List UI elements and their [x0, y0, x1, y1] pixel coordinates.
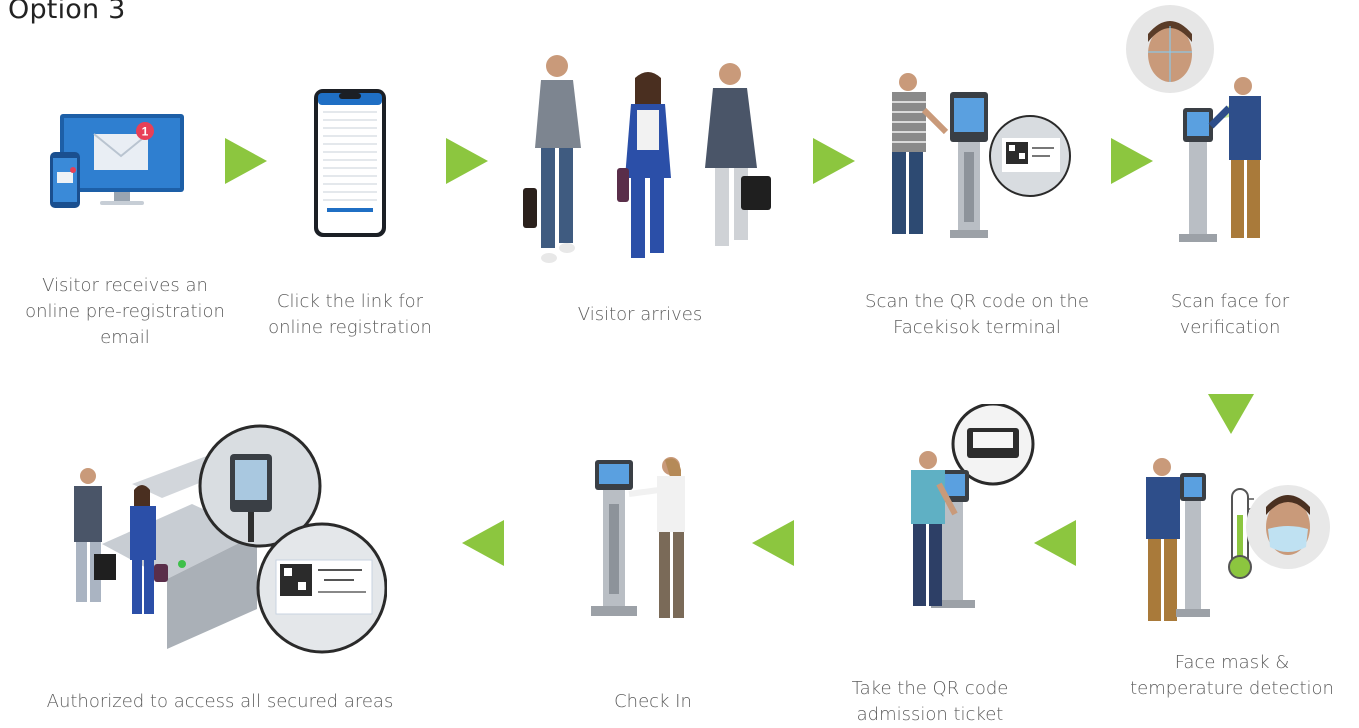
step-caption: Visitor arrives: [577, 304, 703, 325]
arrow-left-icon: [752, 520, 794, 566]
arrow-left-icon: [1034, 520, 1076, 566]
phone-form-icon: [314, 89, 386, 237]
email-notification-icon: 1: [50, 114, 184, 208]
step-caption: Take the QR code admission ticket: [851, 678, 1009, 725]
arrow-right-icon: [813, 138, 855, 184]
step-caption: Authorized to access all secured areas: [46, 691, 394, 712]
step-caption: Check In: [614, 691, 692, 712]
face-scan-kiosk-image: [1126, 5, 1261, 242]
turnstile-access-image: [74, 424, 387, 654]
ticket-print-kiosk-image: [911, 404, 1035, 608]
check-in-kiosk-image: [591, 457, 685, 618]
mask-temperature-image: [1146, 458, 1330, 621]
arrow-right-icon: [225, 138, 267, 184]
svg-text:1: 1: [142, 125, 149, 139]
page-title: Option 3: [8, 0, 126, 25]
step-caption: Visitor receives an online pre-registrati…: [25, 275, 225, 348]
step-caption: Click the link for online registration: [268, 291, 432, 338]
arrow-right-icon: [446, 138, 488, 184]
step-caption: Scan the QR code on the Facekisok termina…: [865, 291, 1089, 338]
visitors-walking-image: [523, 55, 771, 263]
step-caption: Face mask & temperature detection: [1130, 652, 1334, 699]
arrow-left-icon: [462, 520, 504, 566]
arrow-down-icon: [1208, 394, 1254, 434]
step-caption: Scan face for verification: [1170, 291, 1290, 338]
qr-scan-kiosk-image: [892, 73, 1071, 238]
